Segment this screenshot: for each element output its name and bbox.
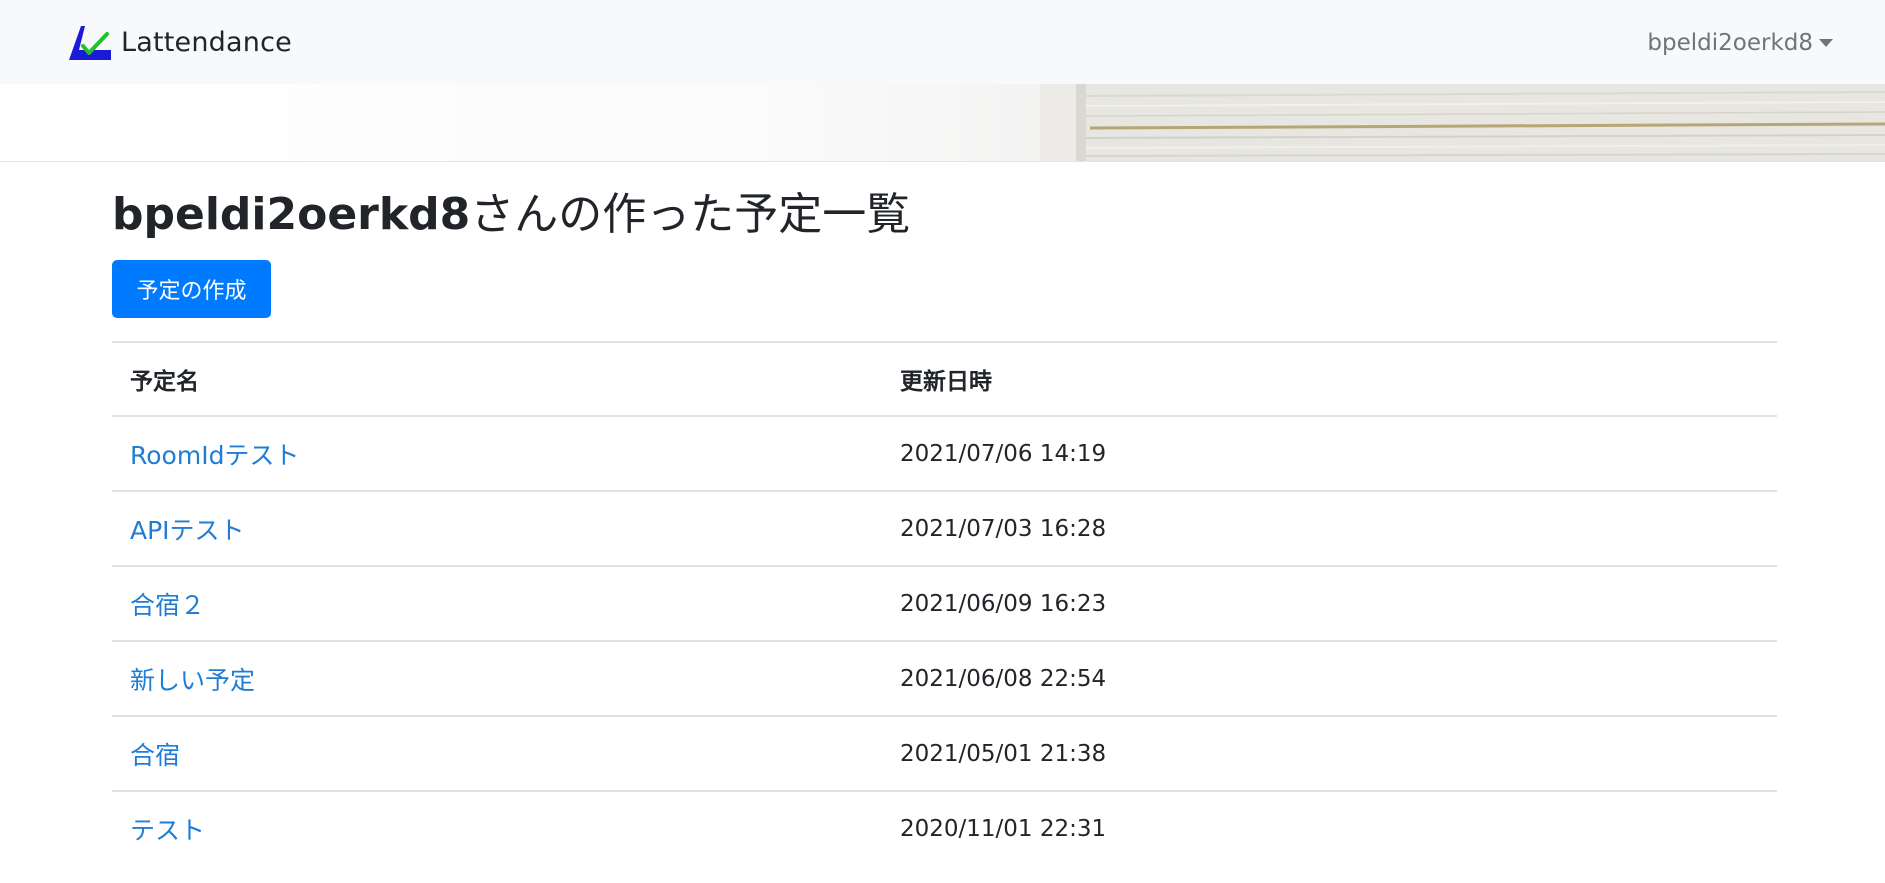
navbar: Lattendance bpeldi2oerkd8 (0, 0, 1885, 84)
updated-at: 2021/05/01 21:38 (882, 715, 1777, 791)
schedule-link[interactable]: RoomIdテスト (130, 441, 299, 470)
user-name: bpeldi2oerkd8 (1647, 30, 1813, 56)
updated-at: 2021/06/09 16:23 (882, 565, 1777, 641)
updated-at: 2021/07/03 16:28 (882, 490, 1777, 566)
schedule-link[interactable]: APIテスト (130, 516, 245, 545)
schedule-link[interactable]: 新しい予定 (130, 666, 255, 695)
table-row: 合宿 2021/05/01 21:38 (112, 715, 1777, 791)
page-title: bpeldi2oerkd8さんの作った予定一覧 (112, 187, 910, 243)
brand-link[interactable]: Lattendance (67, 24, 292, 62)
create-schedule-button[interactable]: 予定の作成 (112, 260, 271, 318)
table-row: 新しい予定 2021/06/08 22:54 (112, 640, 1777, 716)
caret-down-icon (1819, 39, 1833, 47)
column-header-updated: 更新日時 (882, 341, 1777, 417)
book-pages-image (1040, 84, 1885, 161)
updated-at: 2021/07/06 14:19 (882, 415, 1777, 491)
column-header-name: 予定名 (112, 341, 882, 417)
table-header-row: 予定名 更新日時 (112, 341, 1777, 417)
updated-at: 2021/06/08 22:54 (882, 640, 1777, 716)
lattendance-logo-icon (69, 26, 111, 60)
updated-at: 2020/11/01 22:31 (882, 790, 1777, 865)
schedule-link[interactable]: 合宿２ (130, 591, 205, 620)
schedule-link[interactable]: 合宿 (130, 741, 180, 770)
schedule-link[interactable]: テスト (130, 816, 205, 845)
table-row: 合宿２ 2021/06/09 16:23 (112, 565, 1777, 641)
header-banner (0, 84, 1885, 162)
table-row: RoomIdテスト 2021/07/06 14:19 (112, 415, 1777, 491)
page-title-user: bpeldi2oerkd8 (112, 189, 471, 240)
brand-name: Lattendance (121, 27, 292, 58)
table-row: テスト 2020/11/01 22:31 (112, 790, 1777, 865)
schedule-table: 予定名 更新日時 RoomIdテスト 2021/07/06 14:19 APIテ… (112, 341, 1777, 865)
table-row: APIテスト 2021/07/03 16:28 (112, 490, 1777, 566)
page-title-suffix: さんの作った予定一覧 (470, 189, 911, 240)
user-dropdown-toggle[interactable]: bpeldi2oerkd8 (1647, 27, 1833, 59)
